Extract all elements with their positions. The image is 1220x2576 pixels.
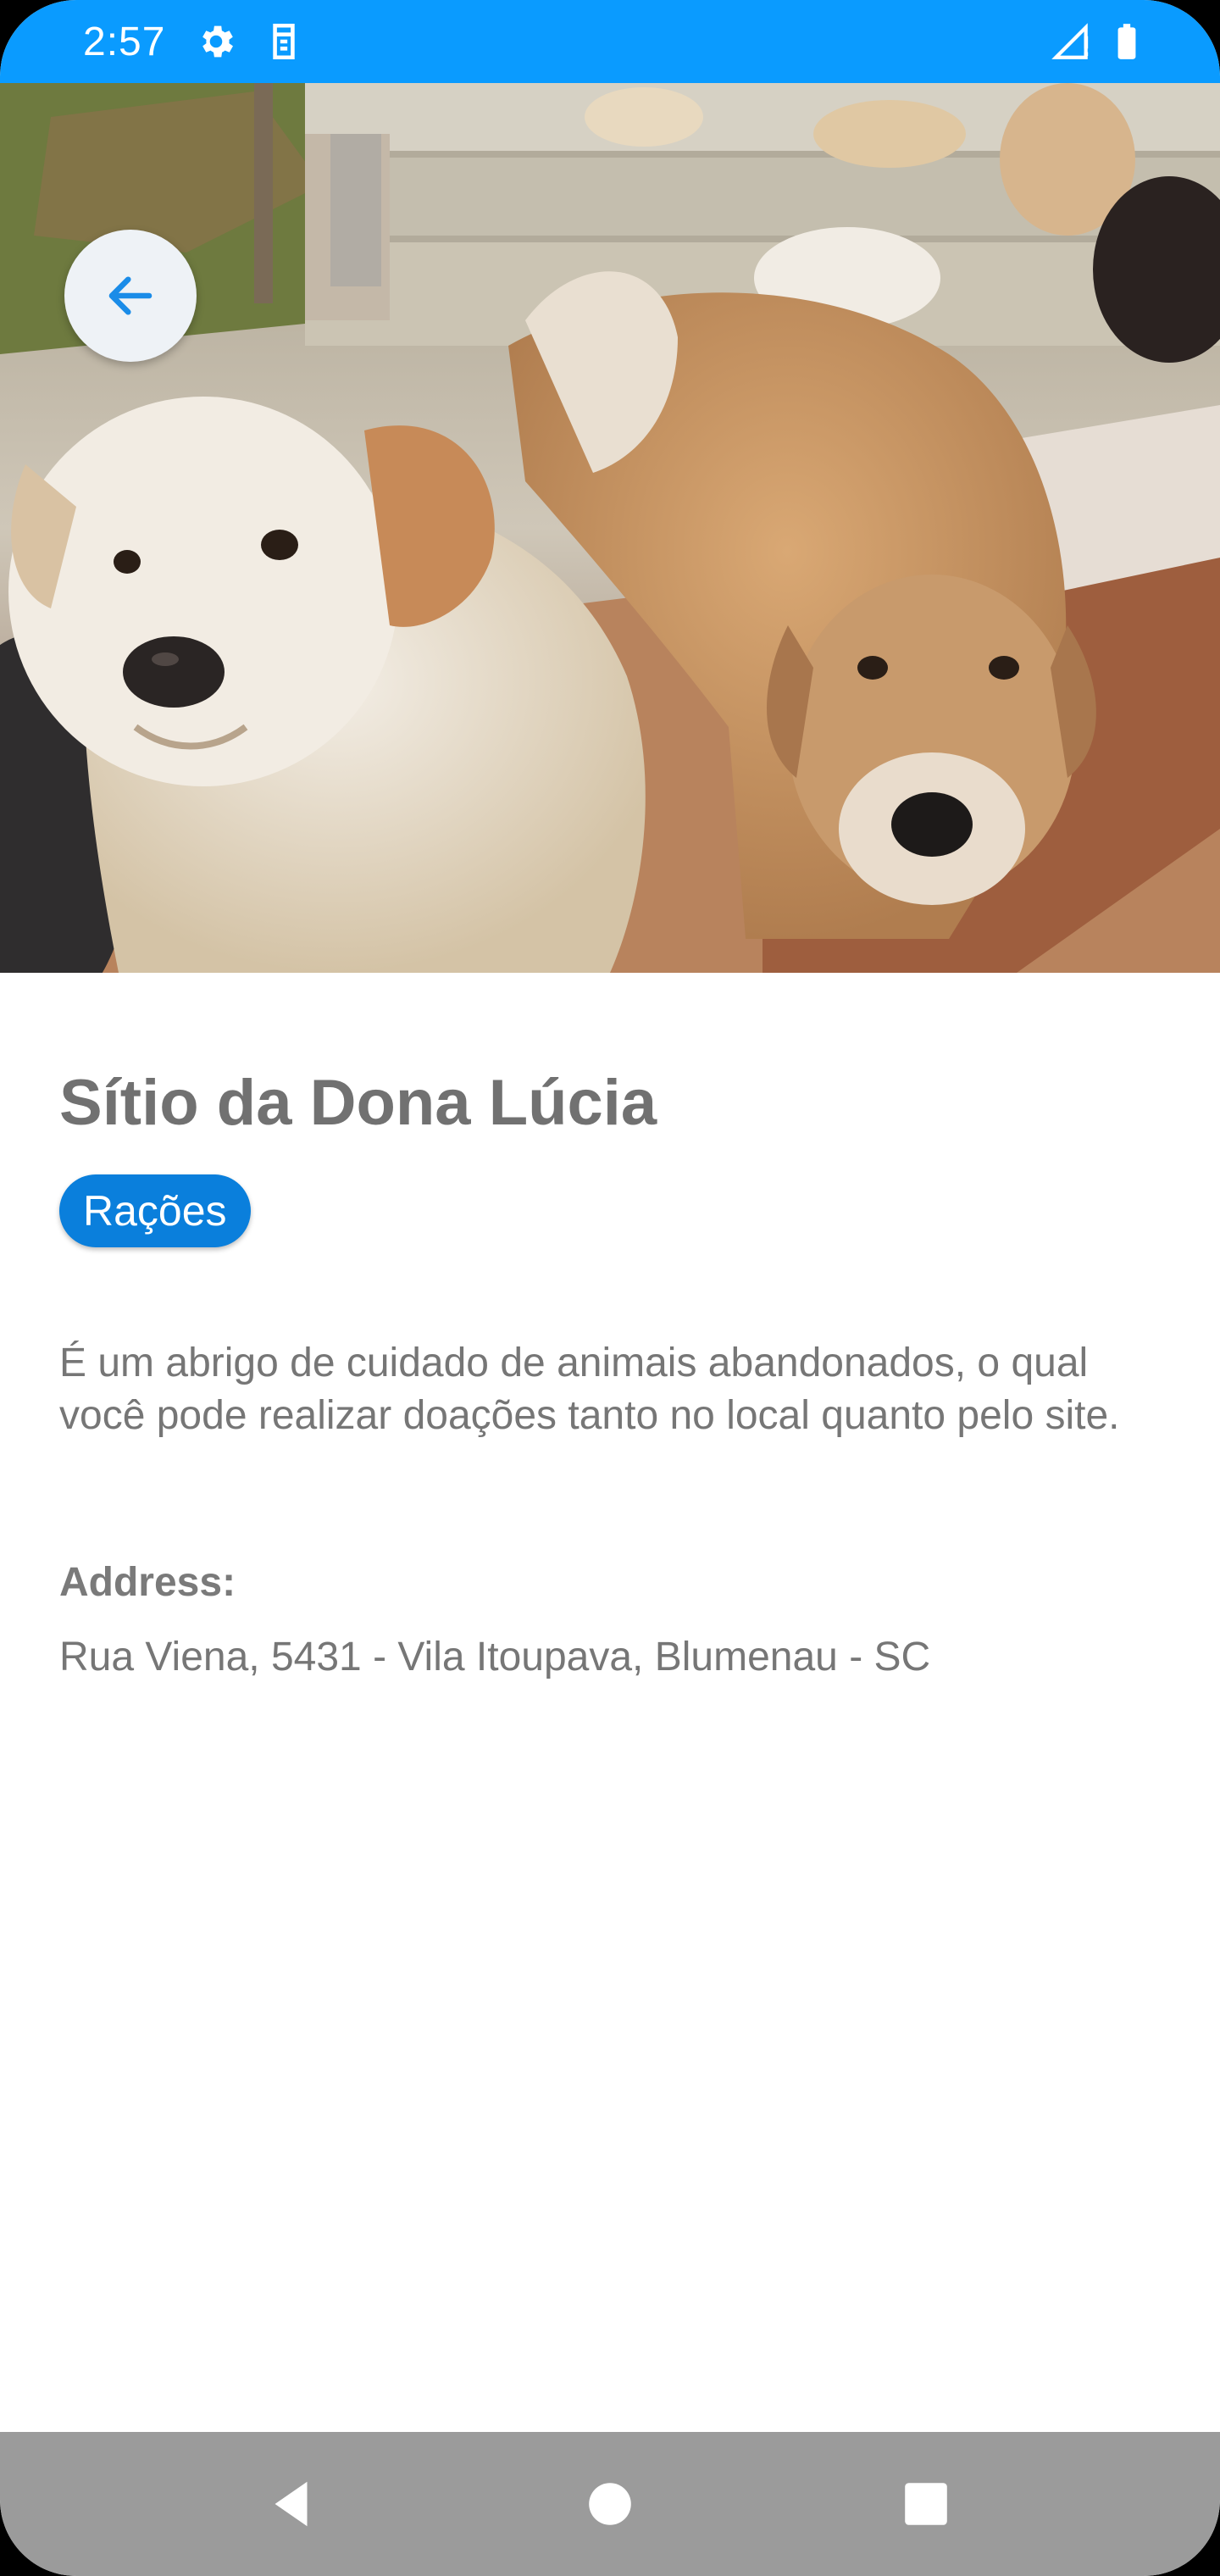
signal-icon: [1051, 23, 1089, 59]
battery-icon: [1117, 24, 1136, 59]
back-triangle-icon[interactable]: [263, 2474, 322, 2534]
place-title: Sítio da Dona Lúcia: [59, 1067, 657, 1139]
home-circle-icon[interactable]: [580, 2474, 640, 2534]
back-button[interactable]: [64, 230, 197, 362]
place-description: É um abrigo de cuidado de animais abando…: [59, 1341, 1120, 1438]
address-label: Address:: [59, 1560, 236, 1605]
recents-square-icon[interactable]: [896, 2474, 956, 2534]
status-bar: 2:57: [0, 0, 1220, 83]
status-time: 2:57: [83, 19, 166, 64]
category-chip[interactable]: Rações: [59, 1174, 251, 1247]
dogs-photo: [0, 83, 1220, 973]
address-value: Rua Viena, 5431 - Vila Itoupava, Blumena…: [59, 1635, 931, 1679]
arrow-left-icon: [108, 276, 152, 315]
phone-screen: 2:57 Sítio da Dona Lúcia Rações É um abr…: [0, 0, 1220, 2576]
system-nav-bar: [0, 2432, 1220, 2576]
hero-image: [0, 83, 1220, 973]
settings-icon: [202, 25, 233, 58]
sim-icon: [273, 23, 295, 60]
